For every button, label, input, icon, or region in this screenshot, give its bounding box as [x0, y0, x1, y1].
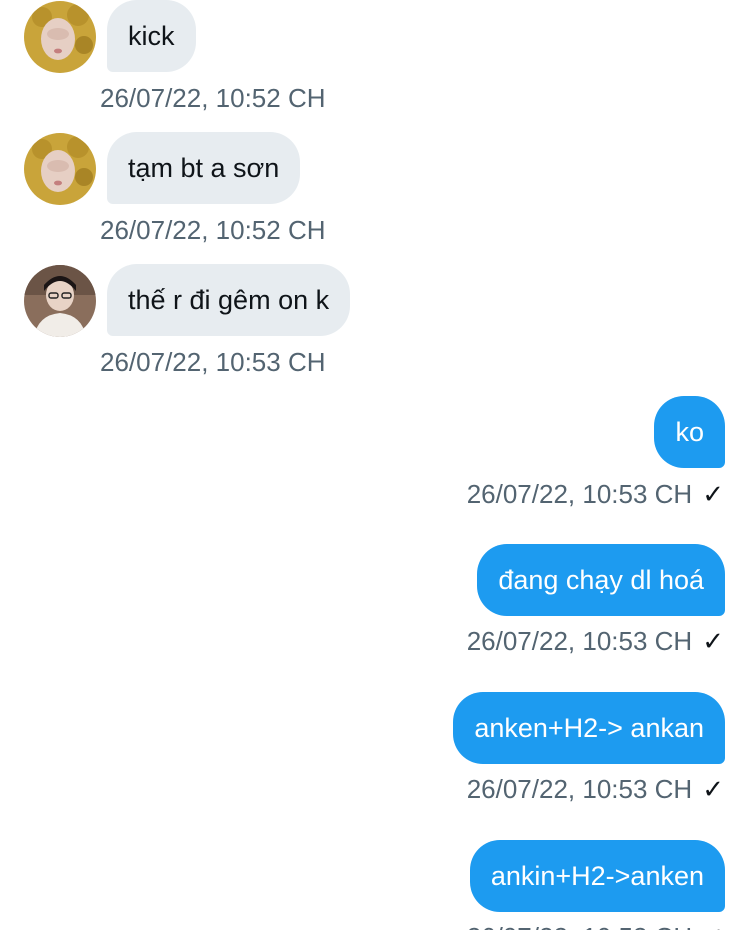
avatar[interactable] — [24, 133, 96, 205]
avatar-girl-image — [24, 1, 96, 73]
timestamp-text: 26/07/22, 10:53 CH — [466, 626, 693, 656]
message-timestamp: 26/07/22, 10:53 CH ✓ — [467, 922, 724, 930]
timestamp-text: 26/07/22, 10:53 CH — [467, 922, 693, 930]
timestamp-text: 26/07/22, 10:52 CH — [100, 215, 326, 245]
message-timestamp: 26/07/22, 10:53 CH ✓ — [467, 626, 724, 656]
avatar-girl-image — [24, 133, 96, 205]
avatar[interactable] — [24, 1, 96, 73]
message-bubble[interactable]: tạm bt a sơn — [107, 132, 301, 204]
checkmark-icon: ✓ — [702, 922, 724, 930]
message-bubble[interactable]: ankin+H2->anken — [469, 840, 725, 912]
checkmark-icon: ✓ — [702, 479, 724, 509]
message-timestamp: 26/07/22, 10:53 CH ✓ — [467, 479, 724, 509]
checkmark-icon: ✓ — [702, 626, 724, 656]
message-bubble[interactable]: ko — [654, 396, 725, 468]
message-bubble[interactable]: đang chạy dl hoá — [477, 544, 725, 616]
message-thread: kick 26/07/22, 10:52 CH tạm bt a sơn 26/… — [0, 0, 750, 930]
message-timestamp: 26/07/22, 10:52 CH — [100, 83, 326, 113]
message-timestamp: 26/07/22, 10:53 CH — [100, 347, 326, 377]
message-bubble[interactable]: kick — [107, 0, 196, 72]
checkmark-icon: ✓ — [702, 774, 724, 804]
avatar[interactable] — [24, 265, 96, 337]
message-timestamp: 26/07/22, 10:52 CH — [100, 215, 326, 245]
timestamp-text: 26/07/22, 10:53 CH — [466, 774, 693, 804]
avatar-boy-image — [24, 265, 96, 337]
message-bubble[interactable]: anken+H2-> ankan — [453, 692, 725, 764]
timestamp-text: 26/07/22, 10:53 CH — [100, 347, 326, 377]
timestamp-text: 26/07/22, 10:53 CH — [466, 479, 693, 509]
timestamp-text: 26/07/22, 10:52 CH — [100, 83, 326, 113]
message-timestamp: 26/07/22, 10:53 CH ✓ — [467, 774, 724, 804]
message-bubble[interactable]: thế r đi gêm on k — [107, 264, 351, 336]
